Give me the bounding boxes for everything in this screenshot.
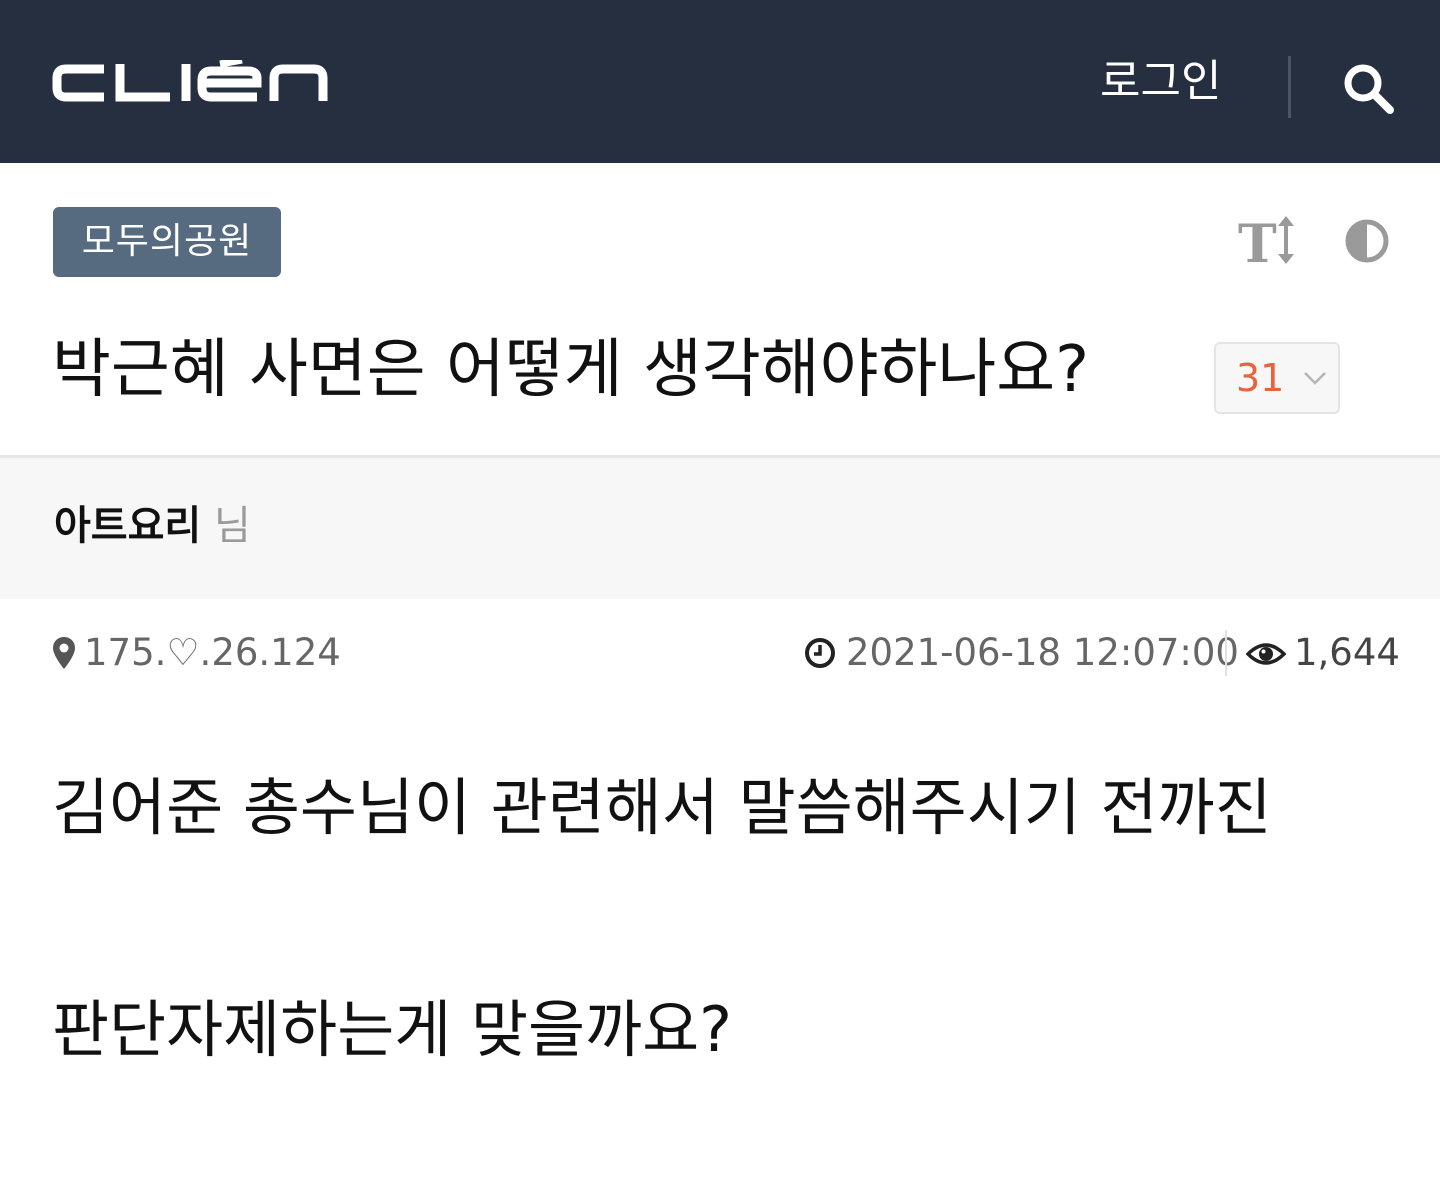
post-title: 박근혜 사면은 어떻게 생각해야하나요?	[52, 333, 1090, 407]
header-divider	[1288, 56, 1291, 118]
post-body-line: 김어준 총수님이 관련해서 말씀해주시기 전까진	[52, 771, 1272, 844]
clock-icon	[805, 638, 835, 668]
site-header: 로그인	[0, 0, 1440, 163]
meta-divider	[1225, 630, 1227, 676]
svg-text:T: T	[1238, 214, 1277, 268]
board-badge[interactable]: 모두의공원	[53, 207, 281, 277]
location-pin-icon	[53, 637, 75, 669]
eye-icon	[1246, 643, 1286, 665]
post-datetime: 2021-06-18 12:07:00	[846, 631, 1239, 674]
search-icon[interactable]	[1340, 60, 1396, 116]
author-name[interactable]: 아트요리	[54, 496, 201, 556]
comment-count-button[interactable]: 31	[1214, 342, 1340, 414]
comment-count: 31	[1236, 356, 1285, 400]
text-size-icon[interactable]: T	[1236, 212, 1298, 268]
author-honorific: 님	[214, 503, 251, 549]
clien-logo[interactable]	[52, 60, 328, 106]
view-count: 1,644	[1294, 631, 1400, 674]
login-button[interactable]: 로그인	[1100, 52, 1221, 112]
post-body-line: 판단자제하는게 맞을까요?	[52, 993, 733, 1066]
contrast-icon[interactable]	[1344, 218, 1390, 264]
author-ip: 175.♡.26.124	[84, 631, 341, 674]
chevron-down-icon	[1304, 372, 1326, 385]
